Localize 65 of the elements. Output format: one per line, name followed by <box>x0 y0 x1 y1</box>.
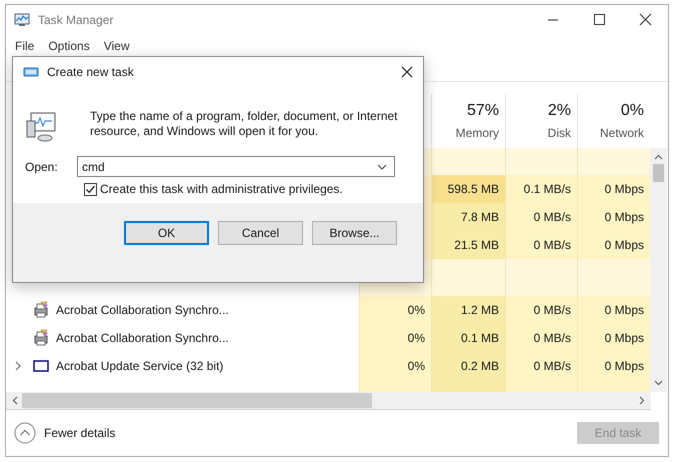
table-cell <box>505 259 577 296</box>
column-header[interactable]: Network <box>600 126 644 140</box>
chevron-icon[interactable] <box>14 361 22 371</box>
window-icon <box>32 357 50 375</box>
window-title: Task Manager <box>38 13 114 27</box>
dropdown-icon[interactable] <box>377 164 387 170</box>
table-cell: 0.1 MB/s <box>505 175 577 203</box>
checkbox-label[interactable]: Create this task with administrative privileges. <box>100 182 343 196</box>
process-name[interactable]: Acrobat Update Service (32 bit) <box>56 359 224 373</box>
dialog-title: Create new task <box>47 65 134 79</box>
menu-item[interactable]: Options <box>41 39 97 53</box>
table-cell: 0.1 MB <box>431 324 505 352</box>
scroll-thumb[interactable] <box>22 393 372 408</box>
collapse-icon[interactable] <box>14 422 36 444</box>
scroll-thumb[interactable] <box>653 164 664 182</box>
table-cell: 0% <box>359 324 431 352</box>
table-cell <box>359 380 431 392</box>
table-cell: 0 Mbps <box>577 175 650 203</box>
fewer-details-link[interactable]: Fewer details <box>44 426 116 440</box>
table-cell: 0 MB/s <box>505 231 577 259</box>
close-icon[interactable] <box>400 65 414 79</box>
printer-icon <box>32 301 50 319</box>
table-cell <box>505 380 577 392</box>
scroll-up-icon[interactable] <box>654 154 663 160</box>
dialog-button[interactable]: Cancel <box>218 221 303 245</box>
table-cell: 0.2 MB <box>431 352 505 380</box>
dialog-button[interactable]: Browse... <box>312 221 397 245</box>
column-header[interactable]: Memory <box>456 126 499 140</box>
table-cell: 0 Mbps <box>577 296 650 324</box>
printer-icon <box>32 329 50 347</box>
column-usage: 57% <box>466 102 499 120</box>
table-cell: 0% <box>359 296 431 324</box>
column-usage: 0% <box>620 102 644 120</box>
table-cell: 0 MB/s <box>505 352 577 380</box>
checkbox[interactable] <box>84 182 97 196</box>
menu-item[interactable]: View <box>96 39 136 53</box>
scroll-down-icon[interactable] <box>654 380 663 386</box>
menu-item[interactable]: File <box>8 39 42 53</box>
table-cell: 0% <box>359 352 431 380</box>
run-icon <box>23 66 39 78</box>
column-header[interactable]: Disk <box>548 126 571 140</box>
table-cell: 0 MB/s <box>505 324 577 352</box>
table-cell: 0 MB/s <box>505 296 577 324</box>
dialog-message: Type the name of a program, folder, document, or Internet resource, and Windows will open it for you. <box>90 109 399 139</box>
scroll-right-icon[interactable] <box>639 396 645 405</box>
process-name[interactable]: Acrobat Collaboration Synchro... <box>56 331 229 345</box>
vertical-scrollbar[interactable] <box>650 148 667 392</box>
process-name[interactable]: Acrobat Collaboration Synchro... <box>56 303 229 317</box>
command-field[interactable]: cmd <box>77 156 395 177</box>
table-cell: 21.5 MB <box>431 231 505 259</box>
table-cell: 0 MB/s <box>505 203 577 231</box>
table-cell: 0 Mbps <box>577 231 650 259</box>
app-icon <box>14 13 30 27</box>
table-cell: 0 Mbps <box>577 324 650 352</box>
column-usage: 2% <box>548 102 571 120</box>
table-cell: 598.5 MB <box>431 175 505 203</box>
dialog-button[interactable]: OK <box>124 221 209 245</box>
open-label: Open: <box>25 160 59 174</box>
table-cell: 1.2 MB <box>431 296 505 324</box>
table-cell: 7.8 MB <box>431 203 505 231</box>
scroll-left-icon[interactable] <box>12 396 18 405</box>
table-cell: 0 Mbps <box>577 203 650 231</box>
horizontal-scrollbar[interactable] <box>6 392 651 410</box>
table-cell: 0 Mbps <box>577 352 650 380</box>
table-cell <box>505 148 577 175</box>
